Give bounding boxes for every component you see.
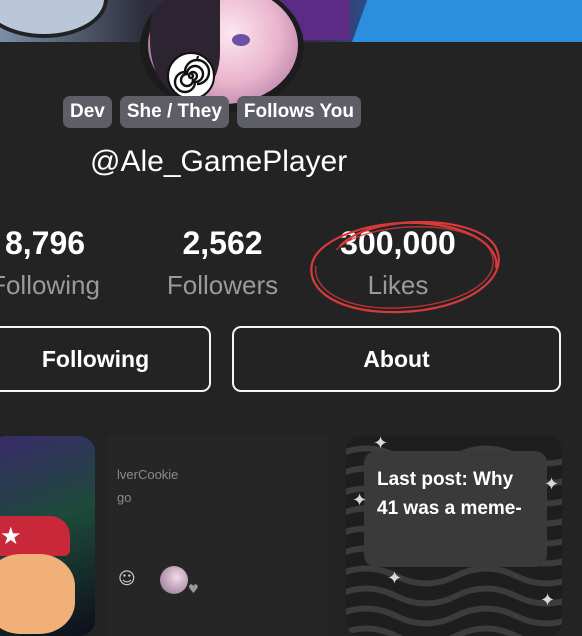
badge-pronouns: She / They xyxy=(119,96,229,128)
post-author[interactable]: lverCookie xyxy=(117,467,178,482)
badge-follows-you: Follows You xyxy=(236,96,362,128)
banner-art-right xyxy=(349,0,582,42)
card-art-face xyxy=(0,554,75,634)
banner-art-left xyxy=(0,0,108,38)
username: @Ale_GamePlayer xyxy=(90,145,348,178)
spiral-icon xyxy=(167,52,215,100)
star-icon: ★ xyxy=(0,522,22,550)
followers-label: Followers xyxy=(166,270,279,300)
avatar[interactable] xyxy=(160,566,188,594)
stat-followers[interactable]: 2,562 Followers xyxy=(145,225,300,301)
sparkle-icon: ✦ xyxy=(544,474,560,495)
feed-card-left[interactable]: ★ xyxy=(0,436,95,636)
heart-icon: ♥ xyxy=(188,582,199,596)
about-button[interactable]: About xyxy=(232,326,561,392)
profile-badges: Dev She / They Follows You xyxy=(63,96,362,128)
sparkle-icon: ✦ xyxy=(352,490,368,511)
avatar-eye xyxy=(232,34,250,46)
feed-card-middle[interactable] xyxy=(107,436,329,636)
followers-count: 2,562 xyxy=(182,225,263,261)
post-time: go xyxy=(117,490,132,505)
badge-dev: Dev xyxy=(63,96,112,128)
following-count: 8,796 xyxy=(4,225,86,261)
sparkle-icon: ✦ xyxy=(540,590,556,611)
sparkle-icon: ✦ xyxy=(387,568,403,589)
add-sticker-icon[interactable]: ☺ xyxy=(118,570,136,588)
last-post-preview[interactable]: Last post: Why 41 was a meme- xyxy=(364,451,547,567)
following-label: Following xyxy=(0,270,100,300)
stat-following[interactable]: 8,796 Following xyxy=(0,225,150,301)
following-button[interactable]: Following xyxy=(0,326,211,392)
circle-annotation xyxy=(310,220,500,314)
sparkle-icon: ✦ xyxy=(373,433,389,454)
